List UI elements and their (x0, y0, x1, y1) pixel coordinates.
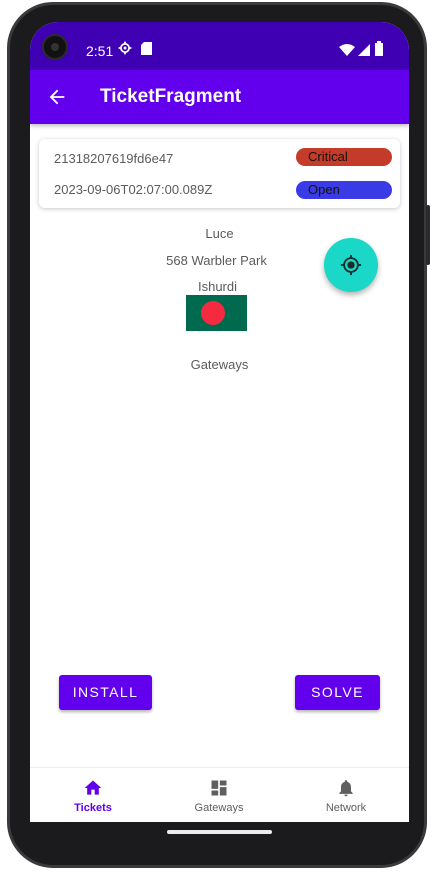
dashboard-icon (209, 778, 229, 798)
nav-item-gateways[interactable]: Gateways (156, 768, 282, 822)
status-bar: 2:51 (30, 22, 409, 70)
nav-label-tickets: Tickets (74, 802, 112, 814)
bell-icon (336, 778, 356, 798)
section-gateways: Gateways (190, 357, 249, 372)
signal-icon (358, 43, 370, 61)
wifi-icon (339, 43, 355, 61)
solve-button[interactable]: SOLVE (295, 675, 380, 710)
ticket-card[interactable]: 21318207619fd6e47 Critical 2023-09-06T02… (39, 139, 400, 208)
my-location-icon (340, 254, 362, 281)
page-title: TicketFragment (100, 86, 242, 107)
locate-fab-button[interactable] (324, 238, 378, 292)
arrow-back-icon[interactable] (46, 86, 68, 108)
screen: 2:51 TicketFragment 21318207619fd6e47 Cr… (30, 22, 409, 822)
ticket-timestamp: 2023-09-06T02:07:00.089Z (54, 182, 213, 197)
nav-label-gateways: Gateways (194, 802, 244, 814)
nav-item-tickets[interactable]: Tickets (30, 768, 156, 822)
battery-icon (375, 41, 383, 61)
bangladesh-flag (186, 295, 247, 331)
status-time: 2:51 (86, 43, 114, 59)
install-button[interactable]: INSTALL (59, 675, 152, 710)
home-icon (83, 778, 103, 798)
bottom-navigation: Tickets Gateways Network (30, 767, 409, 822)
sd-card-icon (141, 42, 152, 60)
status-badge: Open (296, 181, 392, 199)
camera-cutout (42, 34, 68, 60)
app-bar: TicketFragment (30, 70, 409, 124)
settings-icon (118, 41, 132, 60)
nav-item-network[interactable]: Network (283, 768, 409, 822)
nav-label-network: Network (325, 802, 367, 814)
home-indicator[interactable] (167, 830, 272, 834)
severity-badge: Critical (296, 148, 392, 166)
power-button (426, 205, 430, 265)
ticket-id: 21318207619fd6e47 (54, 151, 174, 166)
